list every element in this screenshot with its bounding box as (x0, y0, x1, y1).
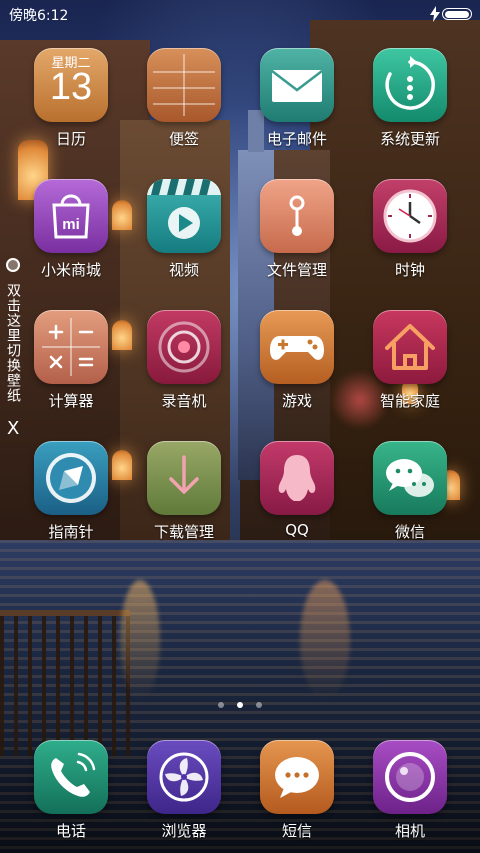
camera-icon (373, 740, 447, 814)
page-dot[interactable] (256, 702, 262, 708)
app-calendar[interactable]: 星期二 13 日历 (16, 46, 126, 156)
status-bar: 傍晚6:12 (0, 0, 480, 28)
app-video[interactable]: 视频 (129, 177, 239, 287)
close-icon[interactable]: X (7, 420, 19, 438)
calendar-icon: 星期二 13 (34, 48, 108, 122)
app-label: 便签 (168, 130, 199, 148)
phone-icon (34, 740, 108, 814)
status-time: 傍晚6:12 (9, 8, 69, 24)
dock-browser[interactable]: 浏览器 (129, 738, 239, 848)
browser-icon (147, 740, 221, 814)
app-label: 微信 (394, 523, 425, 541)
app-label: 短信 (281, 822, 312, 840)
app-label: QQ (285, 521, 309, 539)
app-qq[interactable]: QQ (242, 439, 352, 549)
download-icon (147, 441, 221, 515)
app-label: 浏览器 (161, 822, 207, 840)
smart-home-icon (373, 310, 447, 384)
app-label: 视频 (168, 261, 199, 279)
dock-messages[interactable]: 短信 (242, 738, 352, 848)
app-label: 时钟 (394, 261, 425, 279)
wechat-icon (373, 441, 447, 515)
app-label: 智能家庭 (379, 392, 440, 410)
app-notes[interactable]: 便签 (129, 46, 239, 156)
wallpaper-reflection (120, 580, 160, 700)
page-dot-current[interactable] (237, 702, 243, 708)
app-label: 相机 (394, 822, 425, 840)
app-email[interactable]: 电子邮件 (242, 46, 352, 156)
app-games[interactable]: 游戏 (242, 308, 352, 418)
svg-text:mi: mi (62, 216, 80, 233)
app-label: 电子邮件 (266, 130, 327, 148)
app-label: 计算器 (48, 392, 94, 410)
app-label: 电话 (55, 822, 86, 840)
message-icon (260, 740, 334, 814)
app-label: 指南针 (48, 523, 94, 541)
app-file-manager[interactable]: 文件管理 (242, 177, 352, 287)
app-label: 日历 (55, 130, 86, 148)
calendar-day: 13 (49, 66, 93, 108)
notes-icon (147, 48, 221, 122)
file-manager-icon (260, 179, 334, 253)
clock-icon (373, 179, 447, 253)
wallpaper-reflection (300, 580, 350, 700)
app-label: 系统更新 (379, 130, 440, 148)
update-icon (373, 48, 447, 122)
app-clock[interactable]: 时钟 (355, 177, 465, 287)
app-label: 下载管理 (153, 523, 214, 541)
app-label: 录音机 (161, 392, 207, 410)
page-indicator (216, 700, 266, 710)
app-label: 小米商城 (40, 261, 101, 279)
app-smart-home[interactable]: 智能家庭 (355, 308, 465, 418)
app-compass[interactable]: 指南针 (16, 439, 126, 549)
app-wechat[interactable]: 微信 (355, 439, 465, 549)
compass-icon (34, 441, 108, 515)
app-calculator[interactable]: 计算器 (16, 308, 126, 418)
lightning-icon (430, 6, 440, 22)
app-label: 文件管理 (266, 261, 327, 279)
video-icon (147, 179, 221, 253)
mi-store-icon: mi (34, 179, 108, 253)
calculator-icon (34, 310, 108, 384)
mail-icon (260, 48, 334, 122)
app-mi-store[interactable]: mi 小米商城 (16, 177, 126, 287)
game-controller-icon (260, 310, 334, 384)
app-recorder[interactable]: 录音机 (129, 308, 239, 418)
qq-penguin-icon (260, 441, 334, 515)
dock-camera[interactable]: 相机 (355, 738, 465, 848)
page-dot[interactable] (218, 702, 224, 708)
app-download-manager[interactable]: 下载管理 (129, 439, 239, 549)
battery-icon (442, 8, 472, 20)
app-label: 游戏 (281, 392, 312, 410)
app-system-update[interactable]: 系统更新 (355, 46, 465, 156)
dock-phone[interactable]: 电话 (16, 738, 126, 848)
battery-level (445, 10, 469, 18)
recorder-icon (147, 310, 221, 384)
